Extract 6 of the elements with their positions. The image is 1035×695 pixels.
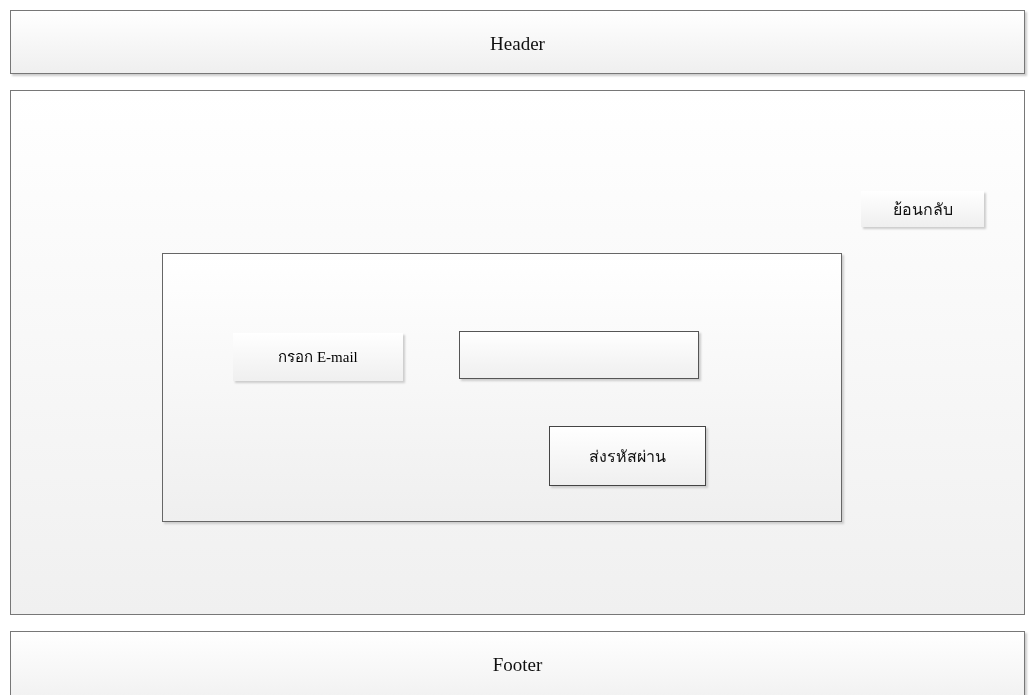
bar-title: Footer — [492, 654, 543, 676]
email-input-field[interactable] — [459, 331, 699, 379]
bar-title: Header — [490, 33, 545, 55]
email-label: กรอก E-mail — [233, 333, 403, 381]
back-button[interactable]: ย้อนกลับ — [861, 191, 984, 227]
send-password-button[interactable]: ส่งรหัสผ่าน — [549, 426, 706, 486]
